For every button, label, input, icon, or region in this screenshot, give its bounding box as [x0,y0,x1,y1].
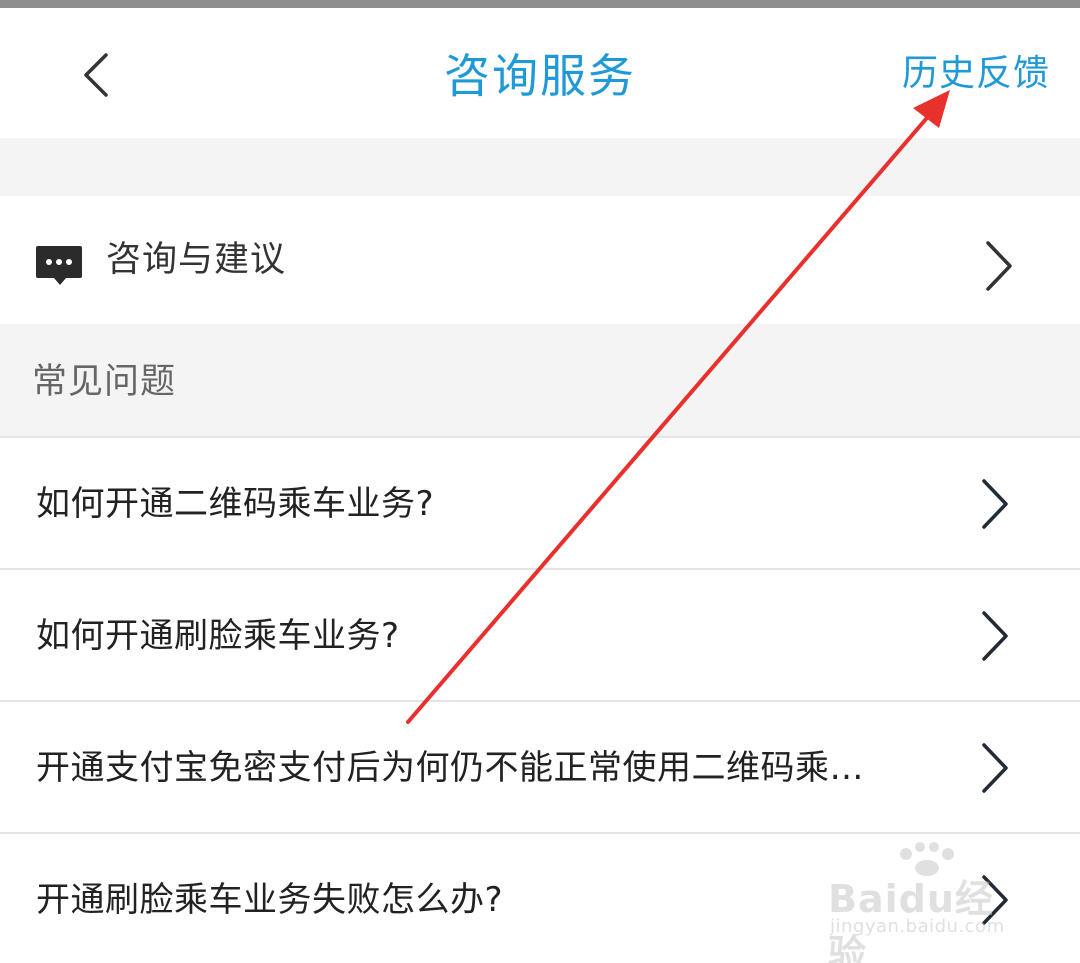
chevron-right-icon [982,479,1008,529]
consult-suggestion-row[interactable]: 咨询与建议 [0,196,1080,324]
faq-item[interactable]: 如何开通刷脸乘车业务? [0,568,1080,700]
faq-item-label: 如何开通刷脸乘车业务? [36,616,400,656]
faq-item[interactable]: 开通支付宝免密支付后为何仍不能正常使用二维码乘… [0,700,1080,832]
watermark: Baidu经验 jingyan.baidu.com [828,842,1028,963]
app-header: 咨询服务 历史反馈 [0,8,1080,138]
faq-item-label: 如何开通二维码乘车业务? [36,484,435,524]
status-bar-strip [0,0,1080,8]
faq-item-label: 开通刷脸乘车业务失败怎么办? [36,880,504,920]
watermark-url: jingyan.baidu.com [830,916,1005,937]
chat-bubble-icon [36,246,82,285]
faq-item-label: 开通支付宝免密支付后为何仍不能正常使用二维码乘… [36,748,864,788]
chevron-right-icon [986,241,1012,291]
chevron-right-icon [982,743,1008,793]
history-feedback-link[interactable]: 历史反馈 [902,50,1050,98]
section-spacer [0,138,1080,196]
faq-item[interactable]: 如何开通二维码乘车业务? [0,436,1080,568]
faq-section-title: 常见问题 [32,362,177,402]
faq-section-header: 常见问题 [0,324,1080,436]
chevron-right-icon [982,611,1008,661]
consult-suggestion-label: 咨询与建议 [106,240,287,280]
